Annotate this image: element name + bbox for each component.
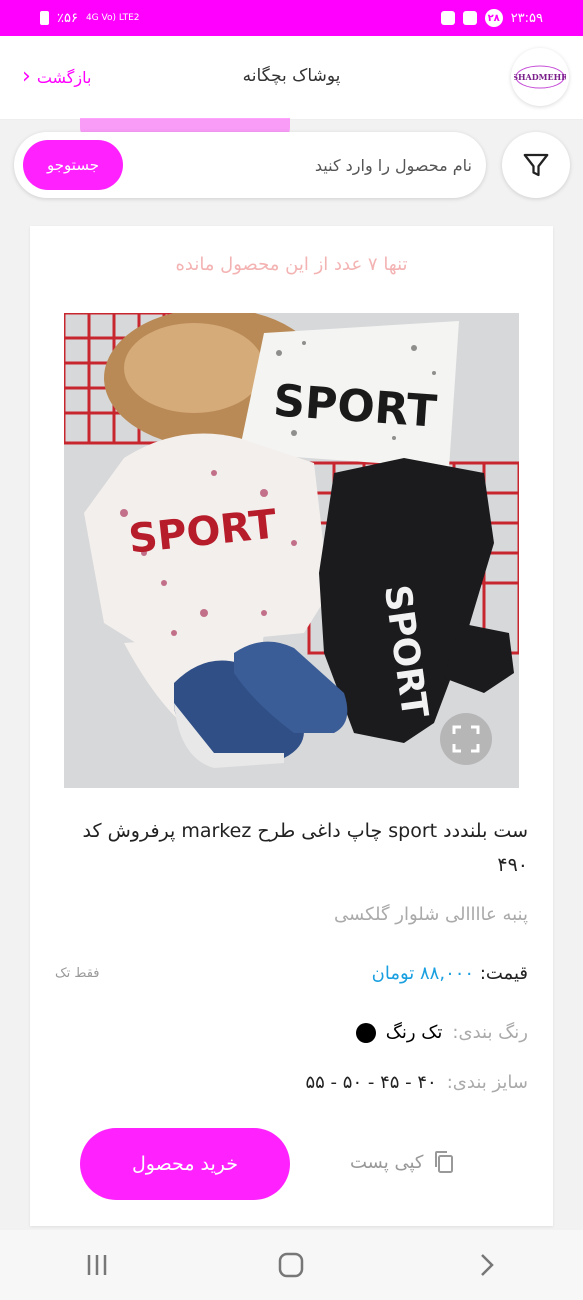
back-icon[interactable]	[472, 1251, 500, 1279]
copy-icon	[435, 1151, 454, 1173]
search-input[interactable]	[152, 150, 472, 180]
notification-icon	[440, 11, 455, 25]
day-chip: ۲۸	[484, 9, 503, 27]
buy-product-button[interactable]: خرید محصول	[80, 1128, 290, 1200]
recent-apps-icon[interactable]	[83, 1251, 111, 1279]
filter-button[interactable]	[502, 132, 570, 198]
page-title: پوشاک بچگانه	[242, 66, 341, 86]
check-icon	[462, 11, 477, 25]
product-subtitle: پنبه عاااالی شلوار گلکسی	[334, 904, 528, 925]
clock: ۲۳:۵۹	[510, 10, 543, 26]
copy-post-label: کپی پست	[350, 1151, 424, 1173]
single-only-note: فقط تک	[55, 966, 100, 981]
app-header: بازگشت ‹ پوشاک بچگانه SHADMEHR	[0, 36, 583, 120]
color-row: رنگ بندی: تک رنگ	[355, 1022, 528, 1043]
expand-image-button[interactable]	[440, 713, 492, 765]
signal-text: 4G Vo) LTE2	[85, 13, 140, 23]
logo-icon: SHADMEHR	[514, 65, 566, 89]
price-label: قیمت:	[479, 963, 528, 984]
status-right: ۲۸ ۲۳:۵۹	[440, 9, 543, 27]
fullscreen-icon	[452, 725, 480, 753]
size-values: ۴۰ - ۴۵ - ۵۰ - ۵۵	[305, 1072, 437, 1093]
search-button[interactable]: جستوجو	[23, 140, 123, 190]
size-label: سایز بندی:	[446, 1072, 528, 1093]
stock-notice: تنها ۷ عدد از این محصول مانده	[175, 254, 408, 275]
color-swatch	[355, 1022, 376, 1043]
home-icon[interactable]	[277, 1251, 305, 1279]
price-value: ۸۸,۰۰۰ تومان	[371, 963, 475, 984]
system-nav-bar	[0, 1230, 583, 1300]
color-label: رنگ بندی:	[452, 1022, 528, 1043]
battery-icon	[40, 11, 49, 25]
status-bar: ٪۵۶ 4G Vo) LTE2 ۲۸ ۲۳:۵۹	[0, 0, 583, 36]
search-bar: جستوجو	[14, 132, 486, 198]
color-value: تک رنگ	[385, 1022, 443, 1043]
size-row: سایز بندی: ۴۰ - ۴۵ - ۵۰ - ۵۵	[305, 1072, 528, 1093]
product-card: تنها ۷ عدد از این محصول مانده SPORT SPOR…	[30, 226, 553, 1226]
copy-post-button[interactable]: کپی پست	[350, 1150, 455, 1174]
battery-level: ٪۵۶	[57, 10, 78, 26]
status-left: ٪۵۶ 4G Vo) LTE2	[40, 11, 140, 26]
product-photo[interactable]: SPORT SPORT SPORT	[64, 313, 519, 788]
filter-icon	[523, 153, 549, 177]
price-row: قیمت: ۸۸,۰۰۰ تومان	[68, 963, 528, 984]
product-title: ست بلنددد sport چاپ داغی طرح markez پرفر…	[82, 820, 528, 876]
brand-logo[interactable]: SHADMEHR	[511, 48, 569, 106]
svg-text:SHADMEHR: SHADMEHR	[514, 72, 566, 82]
